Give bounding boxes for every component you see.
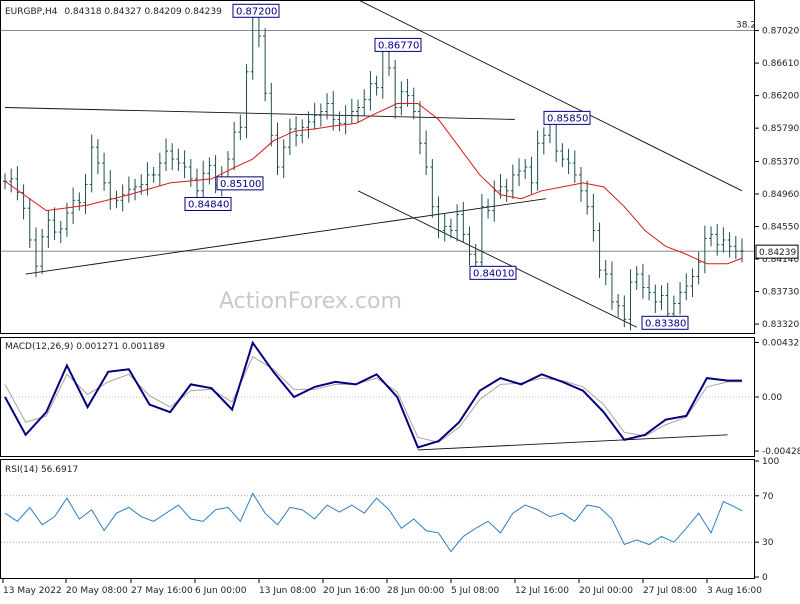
price-annotation: 0.84840 <box>184 196 232 211</box>
price-y-tick-label: 0.85370 <box>762 157 799 167</box>
price-header: EURGBP,H4 0.84318 0.84327 0.84209 0.8423… <box>5 7 222 17</box>
x-tick-label: 27 May 16:00 <box>131 586 193 596</box>
price-y-axis: 0.87020 0.86610 0.86200 0.85790 0.85370 0.849… <box>754 27 799 330</box>
price-annotation: 0.86770 <box>374 37 422 52</box>
macd-y-tick-label: -0.004288 <box>762 447 800 457</box>
chart-container: 0.87020 0.86610 0.86200 0.85790 0.85370 0.849… <box>0 0 800 600</box>
x-tick-label: 13 Jun 08:00 <box>259 586 316 596</box>
macd-y-tick-label: 0.004325 <box>762 338 800 348</box>
rsi-y-tick-label: 70 <box>762 492 774 502</box>
price-annotation: 0.85850 <box>543 110 591 125</box>
price-annotation: 0.87200 <box>232 3 280 18</box>
x-tick-label: 12 Jul 16:00 <box>515 586 569 596</box>
x-tick-label: 28 Jun 00:00 <box>387 586 444 596</box>
x-tick-label: 5 Jul 08:00 <box>451 586 500 596</box>
x-tick-label: 20 May 08:00 <box>66 586 128 596</box>
price-y-tick-label: 0.83320 <box>762 320 799 330</box>
current-price-marker: 0.84239 <box>755 244 799 259</box>
price-annotation-label: 0.85100 <box>220 179 261 190</box>
price-annotation-label: 0.87200 <box>236 6 277 17</box>
price-annotation: 0.83380 <box>641 315 689 330</box>
macd-title: MACD(12,26,9) 0.001271 0.001189 <box>5 342 165 352</box>
price-y-tick-label: 0.84960 <box>762 190 799 200</box>
x-axis: 13 May 2022 20 May 08:00 27 May 16:00 6 Jun… <box>2 578 762 596</box>
rsi-panel <box>0 459 755 579</box>
price-y-tick-label: 0.86200 <box>762 92 799 102</box>
macd-y-tick-label: 0.00 <box>762 393 782 403</box>
x-tick-label: 13 May 2022 <box>3 586 62 596</box>
x-tick-label: 20 Jul 00:00 <box>579 586 633 596</box>
rsi-title: RSI(14) 56.6917 <box>5 465 78 475</box>
x-tick-label: 20 Jun 16:00 <box>323 586 380 596</box>
price-annotation-label: 0.86770 <box>378 40 419 51</box>
price-annotation: 0.85100 <box>216 176 264 191</box>
current-price-label: 0.84239 <box>759 248 796 258</box>
chart-svg: 0.87020 0.86610 0.86200 0.85790 0.85370 0.849… <box>0 0 800 596</box>
x-tick-label: 6 Jun 00:00 <box>195 586 247 596</box>
price-annotation-label: 0.84010 <box>473 268 514 279</box>
price-y-tick-label: 0.84550 <box>762 222 799 232</box>
fib-level-label: 38.2 <box>736 21 756 31</box>
rsi-y-tick-label: 0 <box>762 573 768 583</box>
price-annotation-label: 0.84840 <box>188 199 229 210</box>
x-tick-label: 27 Jul 08:00 <box>643 586 697 596</box>
symbol-label: EURGBP,H4 <box>5 7 58 17</box>
rsi-y-tick-label: 100 <box>762 457 779 467</box>
price-y-tick-label: 0.87020 <box>762 27 799 37</box>
macd-y-axis: 0.004325 0.00 -0.004288 <box>754 338 800 457</box>
rsi-y-tick-label: 30 <box>762 538 774 548</box>
price-annotation-label: 0.85850 <box>547 113 588 124</box>
rsi-y-axis: 100 70 30 0 <box>754 457 779 583</box>
watermark: ActionForex.com <box>219 289 402 314</box>
price-annotation-label: 0.83380 <box>645 318 686 329</box>
price-y-tick-label: 0.86610 <box>762 59 799 69</box>
ohlc-values: 0.84318 0.84327 0.84209 0.84239 <box>64 7 222 17</box>
x-tick-label: 3 Aug 16:00 <box>707 586 762 596</box>
price-y-tick-label: 0.85790 <box>762 124 799 134</box>
price-annotation: 0.84010 <box>469 265 517 280</box>
price-y-tick-label: 0.83730 <box>762 288 799 298</box>
